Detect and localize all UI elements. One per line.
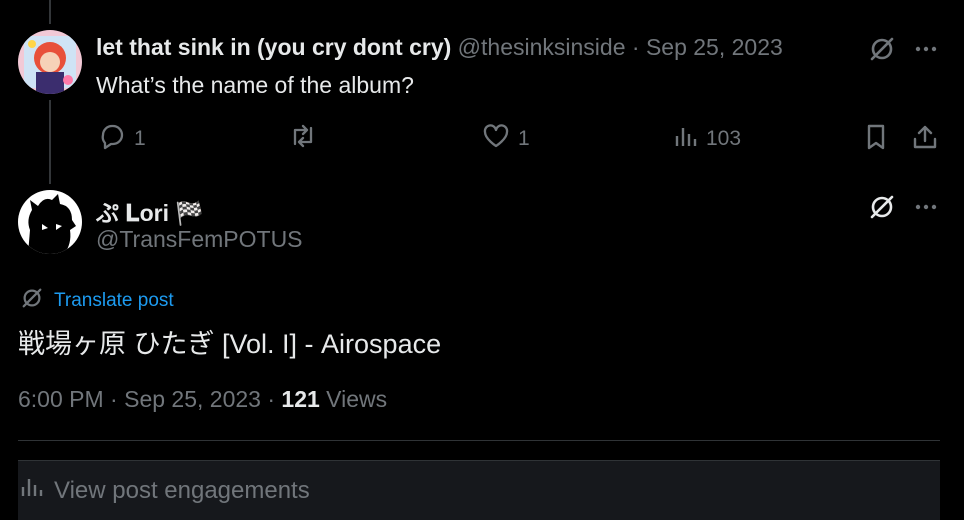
view-engagements-button[interactable]: View post engagements [18, 460, 940, 520]
repost-action[interactable] [288, 122, 318, 156]
main-time[interactable]: 6:00 PM [18, 386, 104, 412]
translate-link[interactable]: Translate post [54, 290, 174, 312]
main-date[interactable]: Sep 25, 2023 [124, 386, 261, 412]
bookmark-icon[interactable] [862, 122, 890, 152]
thread-line-top [49, 0, 51, 24]
reply-count: 1 [134, 127, 146, 150]
views-count: 103 [706, 127, 742, 150]
reply-separator: · [631, 34, 640, 60]
grok-icon-main[interactable] [867, 194, 897, 220]
views-icon [674, 122, 698, 156]
more-icon-main[interactable] [911, 194, 941, 220]
share-icon[interactable] [910, 122, 940, 152]
thread-line-bottom [49, 100, 51, 184]
main-separator-2: · [267, 386, 276, 412]
grok-icon[interactable] [867, 36, 897, 62]
translate-row[interactable]: Translate post [20, 286, 174, 316]
like-count: 1 [518, 127, 530, 150]
reply-action[interactable]: 1 [98, 122, 146, 156]
more-icon[interactable] [911, 36, 941, 62]
reply-header: let that sink in (you cry dont cry) @the… [96, 34, 783, 61]
like-action[interactable]: 1 [482, 122, 530, 156]
reply-avatar[interactable] [18, 30, 82, 94]
reply-handle[interactable]: @thesinksinside [458, 34, 626, 60]
engagements-icon [20, 474, 44, 507]
main-handle[interactable]: @TransFemPOTUS [96, 226, 303, 253]
main-display-name[interactable]: ぷ 𝐋ori 🏁 [96, 194, 204, 228]
divider [18, 440, 940, 441]
translate-icon [20, 286, 44, 316]
main-meta: 6:00 PM · Sep 25, 2023 · 121 Views [18, 386, 387, 413]
views-label: Views [326, 386, 388, 412]
views-action[interactable]: 103 [674, 122, 741, 156]
main-separator: · [110, 386, 118, 412]
reply-date[interactable]: Sep 25, 2023 [646, 34, 783, 60]
reply-icon [98, 122, 126, 156]
like-icon [482, 122, 510, 156]
repost-icon [288, 122, 318, 156]
engagements-label: View post engagements [54, 476, 310, 504]
reply-text: What’s the name of the album? [96, 72, 414, 98]
views-number: 121 [281, 386, 320, 412]
main-avatar[interactable] [18, 190, 82, 254]
main-text: 戦場ヶ原 ひたぎ [Vol. I] - Airospace [18, 329, 442, 359]
reply-display-name[interactable]: let that sink in (you cry dont cry) [96, 34, 451, 60]
